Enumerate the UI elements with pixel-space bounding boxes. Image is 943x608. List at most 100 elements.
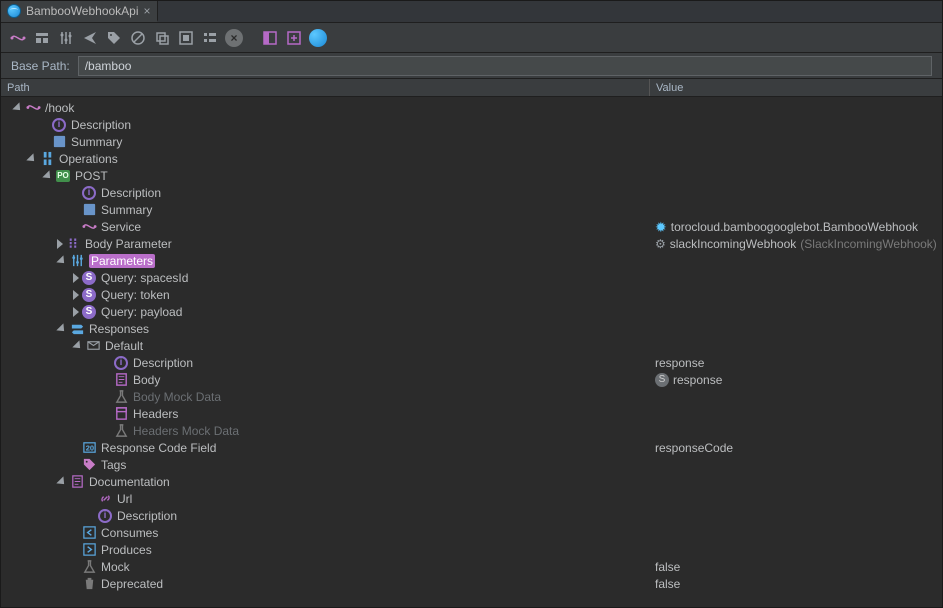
post-method-icon: PO xyxy=(55,168,71,184)
tree-node-query-token[interactable]: S Query: token xyxy=(1,286,942,303)
tree-node-parameters[interactable]: Parameters xyxy=(1,252,942,269)
duplicate-icon[interactable] xyxy=(153,29,171,47)
node-label: Body Mock Data xyxy=(133,390,221,404)
list-icon[interactable] xyxy=(201,29,219,47)
tree-node-description[interactable]: Description xyxy=(1,116,942,133)
tree-node-post[interactable]: PO POST xyxy=(1,167,942,184)
sliders-icon[interactable] xyxy=(57,29,75,47)
spark-icon: ✹ xyxy=(655,221,667,233)
tree-node-body-mock-data[interactable]: Body Mock Data xyxy=(1,388,942,405)
node-label: Produces xyxy=(101,543,152,557)
tree-node-operations[interactable]: Operations xyxy=(1,150,942,167)
panel-add-icon[interactable] xyxy=(285,29,303,47)
tree-node-resp-body[interactable]: Body S response xyxy=(1,371,942,388)
base-path-input[interactable] xyxy=(78,56,932,76)
send-icon[interactable] xyxy=(81,29,99,47)
node-label: Service xyxy=(101,220,141,234)
tree-node-post-summary[interactable]: Summary xyxy=(1,201,942,218)
body-icon xyxy=(113,372,129,388)
responses-icon xyxy=(69,321,85,337)
envelope-icon xyxy=(85,338,101,354)
node-label: Summary xyxy=(101,203,152,217)
editor-tab[interactable]: BambooWebhookApi × xyxy=(1,1,158,22)
tree-node-resp-headers[interactable]: Headers xyxy=(1,405,942,422)
tree-node-deprecated[interactable]: Deprecated false xyxy=(1,575,942,592)
node-label: Deprecated xyxy=(101,577,163,591)
tree-node-documentation[interactable]: Documentation xyxy=(1,473,942,490)
tree-node-produces[interactable]: Produces xyxy=(1,541,942,558)
string-type-icon: S xyxy=(81,304,97,320)
expand-icon[interactable] xyxy=(73,290,79,300)
base-path-row: Base Path: xyxy=(1,53,942,79)
tree-node-default[interactable]: Default xyxy=(1,337,942,354)
trash-icon xyxy=(81,576,97,592)
expand-icon[interactable] xyxy=(56,476,67,487)
tag-icon xyxy=(81,457,97,473)
value-cell: false xyxy=(655,560,680,574)
tree-node-summary[interactable]: Summary xyxy=(1,133,942,150)
tree-node-body-parameter[interactable]: ⁝⁝ Body Parameter ⚙ slackIncomingWebhook… xyxy=(1,235,942,252)
path-icon[interactable] xyxy=(9,29,27,47)
expand-icon[interactable] xyxy=(73,307,79,317)
tree-node-doc-url[interactable]: Url xyxy=(1,490,942,507)
expand-icon[interactable] xyxy=(56,323,67,334)
frame-icon[interactable] xyxy=(177,29,195,47)
value-cell: S response xyxy=(655,373,722,387)
node-label: Summary xyxy=(71,135,122,149)
editor-toolbar: × xyxy=(1,23,942,53)
expand-icon[interactable] xyxy=(12,102,23,113)
expand-icon[interactable] xyxy=(26,153,37,164)
info-icon xyxy=(113,355,129,371)
expand-icon[interactable] xyxy=(57,239,63,249)
tag-icon[interactable] xyxy=(105,29,123,47)
tree-node-mock[interactable]: Mock false xyxy=(1,558,942,575)
node-label: Tags xyxy=(101,458,126,472)
value-text: false xyxy=(655,560,680,574)
tree-node-service[interactable]: Service ✹ torocloud.bamboogooglebot.Bamb… xyxy=(1,218,942,235)
tree-node-resp-description[interactable]: Description response xyxy=(1,354,942,371)
code-field-icon: 20 xyxy=(81,440,97,456)
path-icon xyxy=(25,100,41,116)
tree-node-query-spacesid[interactable]: S Query: spacesId xyxy=(1,269,942,286)
node-label: Consumes xyxy=(101,526,158,540)
flask-icon xyxy=(81,559,97,575)
node-label: Headers Mock Data xyxy=(133,424,239,438)
flask-icon xyxy=(113,389,129,405)
operations-icon xyxy=(39,151,55,167)
node-label: Description xyxy=(133,356,193,370)
globe-icon xyxy=(7,4,21,18)
tree-node-hook[interactable]: /hook xyxy=(1,99,942,116)
tree-node-response-code-field[interactable]: 20 Response Code Field responseCode xyxy=(1,439,942,456)
tree-node-post-description[interactable]: Description xyxy=(1,184,942,201)
expand-icon[interactable] xyxy=(73,273,79,283)
tree-node-doc-description[interactable]: Description xyxy=(1,507,942,524)
expand-icon[interactable] xyxy=(56,255,67,266)
string-type-icon: S xyxy=(81,287,97,303)
node-label: Query: payload xyxy=(101,305,182,319)
node-label: Parameters xyxy=(89,254,155,268)
delete-round-icon[interactable]: × xyxy=(225,29,243,47)
tree-node-headers-mock-data[interactable]: Headers Mock Data xyxy=(1,422,942,439)
tree-area[interactable]: /hook Description Summary Operations PO … xyxy=(1,97,942,607)
close-icon[interactable]: × xyxy=(144,4,151,18)
circle-slash-icon[interactable] xyxy=(129,29,147,47)
node-label: Url xyxy=(117,492,132,506)
path-column-header[interactable]: Path xyxy=(1,79,649,96)
info-icon xyxy=(51,117,67,133)
base-path-label: Base Path: xyxy=(11,59,70,73)
info-icon xyxy=(97,508,113,524)
layout-icon[interactable] xyxy=(33,29,51,47)
value-text: torocloud.bamboogooglebot.BambooWebhook xyxy=(671,220,918,234)
refresh-globe-icon[interactable] xyxy=(309,29,327,47)
tree-node-query-payload[interactable]: S Query: payload xyxy=(1,303,942,320)
panel-left-icon[interactable] xyxy=(261,29,279,47)
node-label: Body Parameter xyxy=(85,237,172,251)
value-text: response xyxy=(655,356,704,370)
expand-icon[interactable] xyxy=(72,340,83,351)
tree-node-consumes[interactable]: Consumes xyxy=(1,524,942,541)
gears-icon: ⚙ xyxy=(655,237,666,251)
tree-node-responses[interactable]: Responses xyxy=(1,320,942,337)
tree-node-tags[interactable]: Tags xyxy=(1,456,942,473)
expand-icon[interactable] xyxy=(42,170,53,181)
value-column-header[interactable]: Value xyxy=(649,79,942,96)
